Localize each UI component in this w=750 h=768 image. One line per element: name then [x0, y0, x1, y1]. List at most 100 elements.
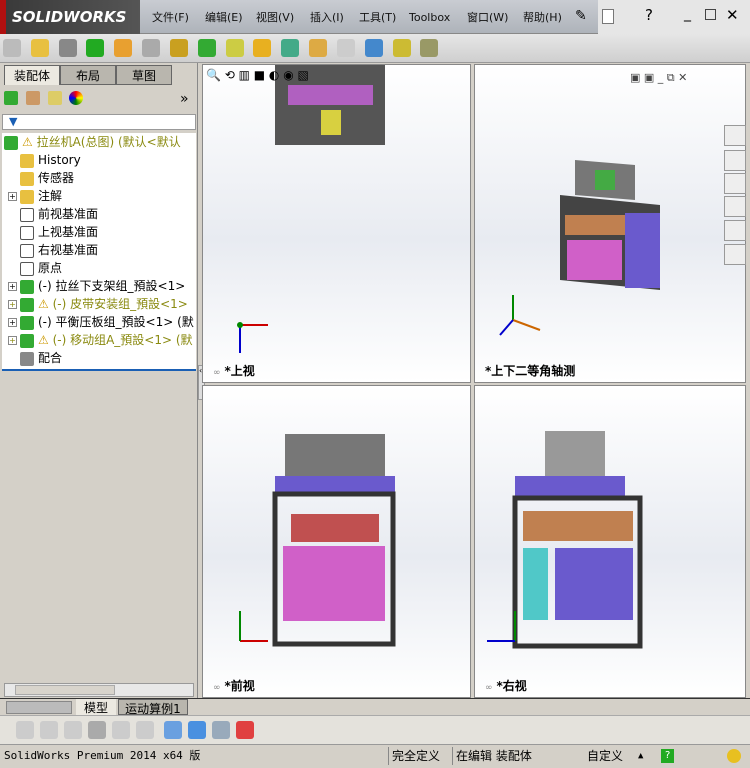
expand-icon[interactable]: + — [8, 318, 17, 327]
menu-edit[interactable]: 编辑(E) — [205, 0, 243, 34]
tree-item[interactable]: + ⚠ (-) 皮带安装组_預設<1> — [8, 295, 188, 313]
tree-item[interactable]: 前视基准面 — [20, 205, 98, 223]
menu-insert[interactable]: 插入(I) — [310, 0, 344, 34]
tree-item[interactable]: 配合 — [20, 349, 62, 367]
tree-item-label: (-) 平衡压板组_預設<1> (默 — [38, 315, 194, 329]
tree-item-label: (-) 拉丝下支架组_預設<1> — [38, 279, 186, 293]
expand-icon[interactable]: + — [8, 300, 17, 309]
menu-help[interactable]: 帮助(H) — [523, 0, 562, 34]
tab-model[interactable]: 模型 — [76, 699, 116, 715]
tree-item[interactable]: + (-) 拉丝下支架组_預設<1> — [8, 277, 185, 295]
component-icon — [20, 279, 34, 294]
tree-item-label: 配合 — [38, 351, 63, 365]
exploded-view-icon[interactable] — [309, 39, 328, 57]
plane-icon — [20, 243, 34, 258]
tree-item[interactable]: + ⚠ (-) 移动组A_預設<1> (默 — [8, 331, 193, 349]
mate-icon[interactable] — [58, 39, 77, 57]
tab-motion-study[interactable]: 运动算例1 — [118, 699, 188, 716]
explode-line-icon[interactable] — [336, 39, 355, 57]
tree-item-label: (-) 移动组A_預設<1> (默 — [52, 333, 193, 347]
tree-item[interactable]: History — [20, 151, 81, 169]
box-icon[interactable] — [187, 721, 206, 739]
snapshot-icon[interactable] — [420, 39, 439, 57]
taskpane-resources-icon[interactable] — [724, 150, 746, 171]
help-icon[interactable]: ? — [645, 6, 653, 24]
viewport-top[interactable]: ∞ *上视 — [202, 64, 471, 383]
menu-window[interactable]: 窗口(W) — [467, 0, 508, 34]
display-manager-icon[interactable] — [69, 90, 84, 105]
view-label-isometric: *上下二等角轴测 — [485, 364, 576, 378]
menu-file[interactable]: 文件(F) — [152, 0, 189, 34]
tree-item[interactable]: + 注解 — [8, 187, 62, 205]
viewport-right[interactable]: ∞ *右视 — [474, 385, 746, 698]
plane-icon — [20, 207, 34, 222]
taskpane-custom-properties-icon[interactable] — [724, 244, 746, 265]
sensor-icon[interactable] — [163, 721, 182, 739]
taskpane-file-explorer-icon[interactable] — [724, 196, 746, 217]
expand-icon[interactable]: + — [8, 282, 17, 291]
filter-input[interactable]: ▼ — [2, 114, 196, 130]
tag-icon[interactable] — [727, 749, 741, 763]
taskpane-appearances-icon[interactable] — [724, 220, 746, 241]
quick-tips-icon[interactable]: ? — [661, 749, 674, 763]
bill-of-materials-icon[interactable] — [281, 39, 300, 57]
status-defined: 完全定义 — [388, 747, 443, 765]
menu-tools[interactable]: 工具(T) — [359, 0, 396, 34]
tree-item[interactable]: + (-) 平衡压板组_預設<1> (默 — [8, 313, 194, 331]
maximize-icon[interactable] — [705, 9, 716, 20]
menu-view[interactable]: 视图(V) — [256, 0, 294, 34]
minimize-icon[interactable]: _ — [684, 6, 691, 22]
view-label-top: *上视 — [224, 364, 255, 378]
pattern-icon[interactable] — [86, 39, 105, 57]
new-part-icon[interactable] — [30, 39, 49, 57]
insert-component-icon[interactable] — [3, 39, 21, 57]
configuration-manager-icon[interactable] — [47, 90, 62, 105]
taskpane-design-library-icon[interactable] — [724, 173, 746, 194]
new-document-icon[interactable] — [602, 9, 614, 24]
rollback-bar[interactable] — [2, 369, 196, 371]
new-motion-study-icon[interactable] — [253, 39, 272, 57]
close-icon[interactable]: ✕ — [726, 6, 739, 24]
show-hidden-icon[interactable] — [169, 39, 188, 57]
status-bar: SolidWorks Premium 2014 x64 版 完全定义 在编辑 装… — [0, 744, 750, 768]
warning-icon: ⚠ — [22, 135, 37, 149]
tree-item[interactable]: ⚠ 拉丝机A(总图) (默认<默认 — [4, 133, 181, 151]
title-bar: SOLIDWORKS 文件(F) 编辑(E) 视图(V) 插入(I) 工具(T)… — [0, 0, 750, 34]
edit-icon[interactable] — [235, 721, 254, 739]
tab-sketch[interactable]: 草图 — [116, 65, 172, 85]
reference-geometry-icon[interactable] — [225, 39, 244, 57]
viewport-front[interactable]: ∞ *前视 — [202, 385, 471, 698]
tree-item[interactable]: 传感器 — [20, 169, 74, 187]
smart-fasteners-icon[interactable] — [114, 39, 133, 57]
component-icon — [20, 153, 34, 168]
viewport-window-controls[interactable]: ▣ ▣ _ ⧉ ✕ — [630, 71, 687, 85]
taskpane-home-icon[interactable] — [724, 125, 746, 146]
expand-icon[interactable]: » — [180, 91, 189, 107]
assembly-features-icon[interactable] — [197, 39, 216, 57]
units-selector[interactable]: 自定义 — [584, 747, 626, 765]
tree-item[interactable]: 上视基准面 — [20, 223, 98, 241]
tab-layout[interactable]: 布局 — [60, 65, 116, 85]
heads-up-view-toolbar[interactable]: 🔍 ⟲ ▥ ■ ◐ ◉ ▧ — [206, 68, 466, 88]
component-icon — [4, 135, 18, 150]
tab-assembly[interactable]: 装配体 — [4, 65, 60, 85]
viewport-isometric[interactable]: ▣ ▣ _ ⧉ ✕ *上下二等角轴测 — [474, 64, 746, 383]
table-icon[interactable] — [211, 721, 230, 739]
pin-icon[interactable]: ✎ — [575, 8, 587, 24]
property-manager-icon[interactable] — [25, 90, 40, 105]
expand-icon[interactable]: + — [8, 336, 17, 345]
tree-item-label: 原点 — [38, 261, 63, 275]
feature-manager-icon[interactable] — [4, 90, 18, 105]
expand-icon[interactable]: + — [8, 192, 17, 201]
interference-icon[interactable] — [364, 39, 383, 57]
clearance-icon[interactable] — [392, 39, 411, 57]
tab-scroll-buttons[interactable] — [6, 701, 72, 714]
component-icon — [20, 171, 34, 186]
tree-item[interactable]: 原点 — [20, 259, 62, 277]
feature-tree: ⚠ 拉丝机A(总图) (默认<默认 History 传感器 + 注解 前视基准面 上视基准面… — [2, 133, 196, 371]
move-component-icon[interactable] — [142, 39, 161, 57]
menu-toolbox[interactable]: Toolbox — [409, 0, 450, 34]
tree-item[interactable]: 右视基准面 — [20, 241, 98, 259]
warning-icon: ⚠ — [38, 297, 53, 311]
horizontal-scrollbar[interactable] — [4, 683, 194, 697]
